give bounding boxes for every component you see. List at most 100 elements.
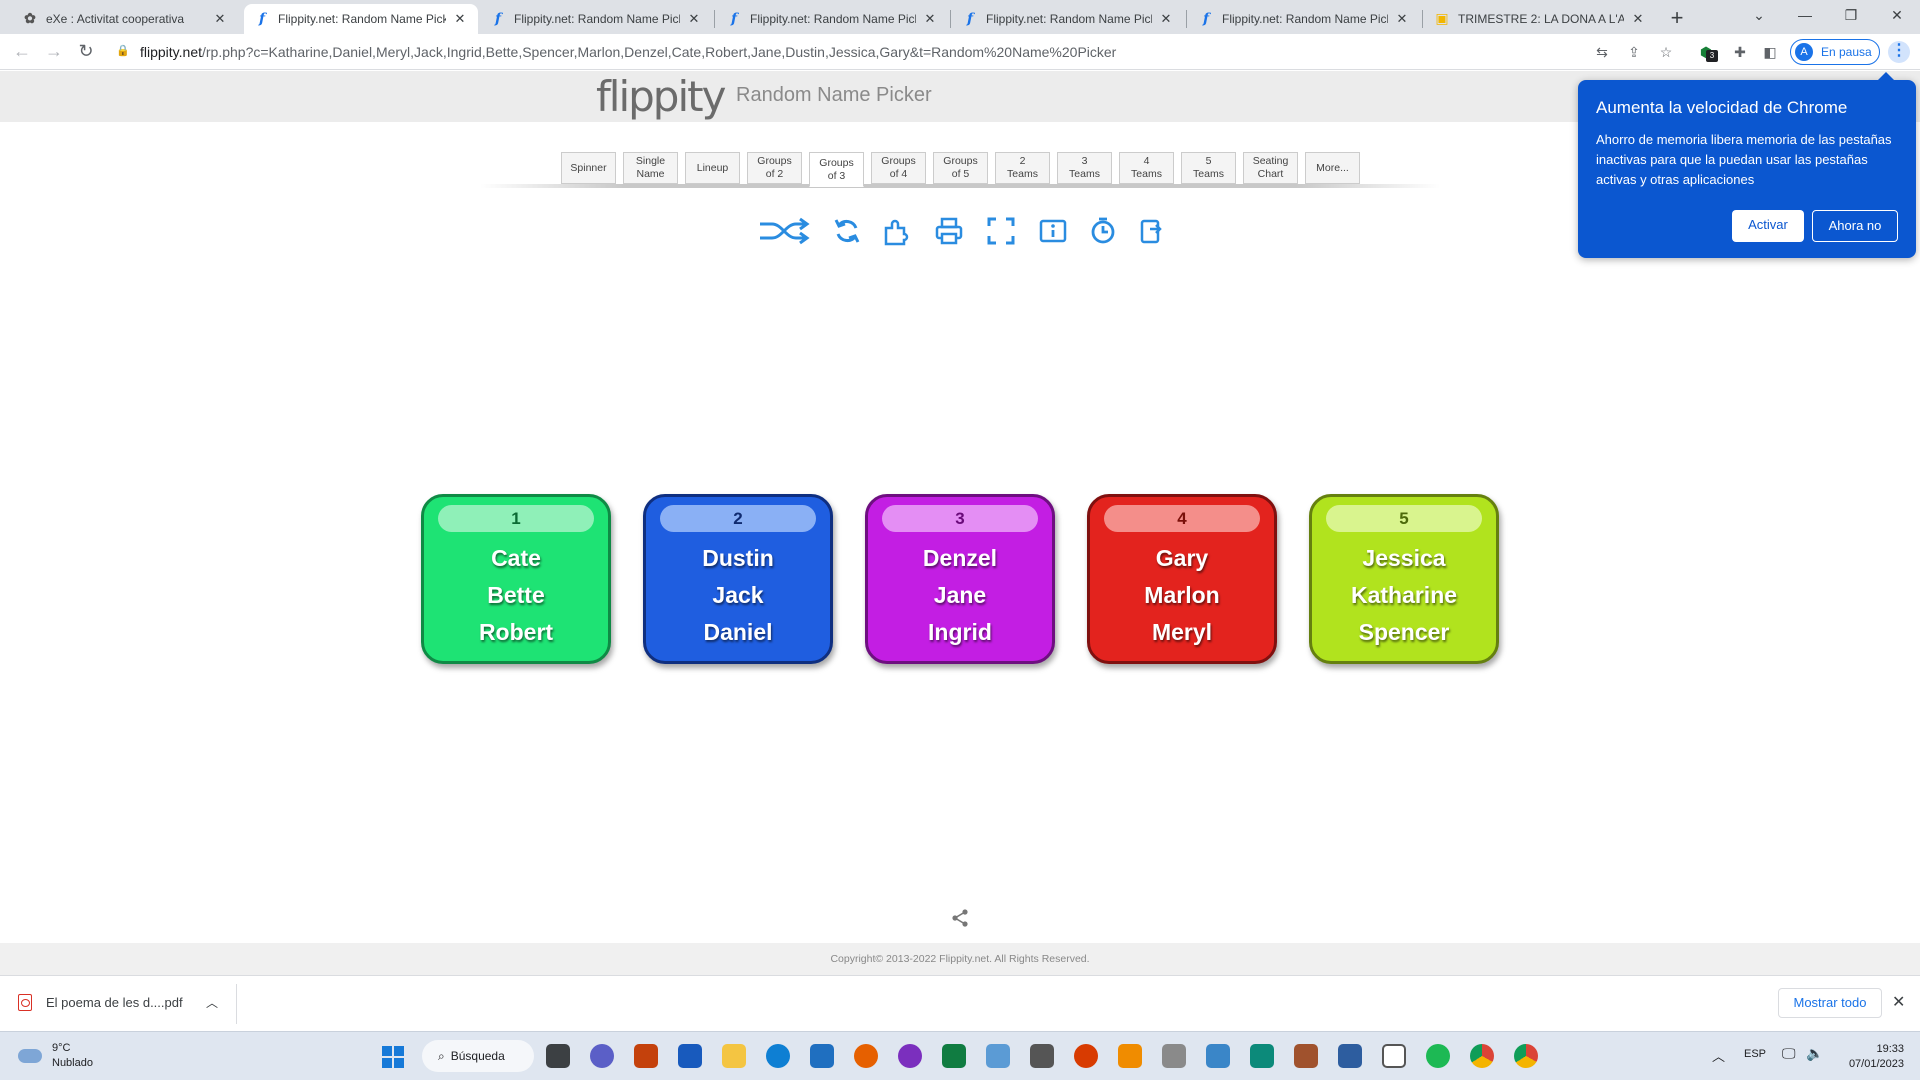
tab-groups-of-5[interactable]: Groups of 5	[933, 152, 988, 184]
spotify-icon[interactable]	[1426, 1044, 1450, 1068]
language-indicator[interactable]: ESP	[1744, 1048, 1766, 1060]
app-icon-horse[interactable]	[1294, 1044, 1318, 1068]
side-panel-icon[interactable]: ◧	[1760, 42, 1780, 62]
tab-2-teams[interactable]: 2 Teams	[995, 152, 1050, 184]
close-tab-icon[interactable]: ✕	[686, 11, 702, 27]
tab-4-teams[interactable]: 4 Teams	[1119, 152, 1174, 184]
back-button[interactable]: ←	[10, 40, 34, 64]
group-card-3[interactable]: 3 Denzel Jane Ingrid	[865, 494, 1055, 664]
tab-flippity-4[interactable]: f Flippity.net: Random Name Picker ✕	[952, 4, 1184, 34]
tab-single-name[interactable]: Single Name	[623, 152, 678, 184]
close-tab-icon[interactable]: ✕	[1630, 11, 1646, 27]
clipboard-icon[interactable]	[1136, 216, 1166, 246]
reload-button[interactable]: ↻	[74, 40, 98, 64]
tab-trimestre[interactable]: ▣ TRIMESTRE 2: LA DONA A L'ANTIGUITAT ✕	[1424, 4, 1656, 34]
tab-flippity-3[interactable]: f Flippity.net: Random Name Picker ✕	[716, 4, 948, 34]
download-item[interactable]: El poema de les d....pdf	[18, 994, 183, 1011]
forward-button[interactable]: →	[42, 40, 66, 64]
app-icon-screen[interactable]	[1206, 1044, 1230, 1068]
store-icon[interactable]	[810, 1044, 834, 1068]
close-tab-icon[interactable]: ✕	[452, 11, 468, 27]
restore-button[interactable]: ❐	[1828, 0, 1874, 34]
group-card-4[interactable]: 4 Gary Marlon Meryl	[1087, 494, 1277, 664]
not-now-button[interactable]: Ahora no	[1812, 210, 1898, 242]
tab-search-icon[interactable]: ⌄	[1736, 0, 1782, 34]
chrome-icon[interactable]	[1470, 1044, 1494, 1068]
tab-lineup[interactable]: Lineup	[685, 152, 740, 184]
tab-3-teams[interactable]: 3 Teams	[1057, 152, 1112, 184]
extensions-puzzle-icon[interactable]: ✚	[1730, 42, 1750, 62]
address-bar[interactable]: 🔒 flippity.net/rp.php?c=Katharine,Daniel…	[108, 38, 1808, 66]
profile-status: En pausa	[1821, 45, 1872, 59]
notepad-icon[interactable]	[1382, 1044, 1406, 1068]
tab-flippity-5[interactable]: f Flippity.net: Random Name Picker ✕	[1188, 4, 1420, 34]
group-card-1[interactable]: 1 Cate Bette Robert	[421, 494, 611, 664]
edge-icon[interactable]	[766, 1044, 790, 1068]
teams-chat-icon[interactable]	[590, 1044, 614, 1068]
tab-groups-of-3[interactable]: Groups of 3	[809, 152, 864, 187]
close-tab-icon[interactable]: ✕	[1394, 11, 1410, 27]
mp3-app-icon[interactable]	[1338, 1044, 1362, 1068]
app-icon-red[interactable]	[1074, 1044, 1098, 1068]
profile-button[interactable]: A En pausa	[1790, 39, 1880, 65]
puzzle-icon[interactable]	[882, 216, 912, 246]
tab-exe[interactable]: ✿ eXe : Activitat cooperativa ✕	[12, 4, 238, 34]
volume-icon[interactable]: 🔈	[1806, 1045, 1823, 1062]
chrome-menu-icon[interactable]: ⋮	[1888, 41, 1910, 63]
group-card-2[interactable]: 2 Dustin Jack Daniel	[643, 494, 833, 664]
timer-icon[interactable]	[1088, 216, 1118, 246]
tab-more[interactable]: More...	[1305, 152, 1360, 184]
close-download-bar-icon[interactable]: ✕	[1892, 992, 1905, 1012]
minimize-button[interactable]: —	[1782, 0, 1828, 34]
new-tab-button[interactable]: +	[1664, 6, 1690, 32]
shuffle-icon[interactable]	[758, 216, 810, 246]
app-icon[interactable]	[634, 1044, 658, 1068]
tab-seating-chart[interactable]: Seating Chart	[1243, 152, 1298, 184]
share-icon[interactable]	[950, 908, 970, 928]
tab-groups-of-2[interactable]: Groups of 2	[747, 152, 802, 184]
firefox-icon[interactable]	[854, 1044, 878, 1068]
network-icon[interactable]: 🖵	[1782, 1045, 1796, 1062]
windows-start-icon[interactable]	[382, 1046, 404, 1068]
show-all-button[interactable]: Mostrar todo	[1778, 988, 1882, 1018]
tab-groups-of-4[interactable]: Groups of 4	[871, 152, 926, 184]
file-explorer-icon[interactable]	[722, 1044, 746, 1068]
tab-flippity-active[interactable]: f Flippity.net: Random Name Picker ✕	[244, 4, 478, 34]
vlc-icon[interactable]	[1118, 1044, 1142, 1068]
taskbar-clock[interactable]: 19:33 07/01/2023	[1838, 1042, 1904, 1072]
tab-5-teams[interactable]: 5 Teams	[1181, 152, 1236, 184]
tab-spinner[interactable]: Spinner	[561, 152, 616, 184]
weather-widget[interactable]: 9°C Nublado	[18, 1041, 93, 1071]
chevron-up-icon[interactable]: ︿	[1712, 1046, 1725, 1065]
tab-flippity-2[interactable]: f Flippity.net: Random Name Picker ✕	[480, 4, 712, 34]
app-icon-paint[interactable]	[986, 1044, 1010, 1068]
close-tab-icon[interactable]: ✕	[922, 11, 938, 27]
weather-desc: Nublado	[52, 1057, 93, 1069]
info-icon[interactable]	[1038, 216, 1068, 246]
mode-tab-label: Groups of 4	[881, 155, 915, 181]
excel-icon[interactable]	[942, 1044, 966, 1068]
taskbar-search[interactable]: ⌕ Búsqueda	[422, 1040, 534, 1072]
chrome-profile-icon[interactable]	[1514, 1044, 1538, 1068]
print-icon[interactable]	[934, 216, 964, 246]
app-icon-shield[interactable]	[1250, 1044, 1274, 1068]
bookmark-star-icon[interactable]: ☆	[1656, 42, 1676, 62]
close-tab-icon[interactable]: ✕	[1158, 11, 1174, 27]
close-window-button[interactable]: ✕	[1874, 0, 1920, 34]
flippity-favicon-icon: f	[730, 11, 738, 27]
exe-learning-icon[interactable]	[1030, 1044, 1054, 1068]
group-member-list: Gary Marlon Meryl	[1090, 540, 1274, 651]
word-icon[interactable]	[678, 1044, 702, 1068]
task-view-icon[interactable]	[546, 1044, 570, 1068]
group-card-5[interactable]: 5 Jessica Katharine Spencer	[1309, 494, 1499, 664]
translate-icon[interactable]: ⇆	[1592, 42, 1612, 62]
close-tab-icon[interactable]: ✕	[212, 11, 228, 27]
flippity-logo[interactable]: flippity	[596, 72, 726, 121]
activate-button[interactable]: Activar	[1732, 210, 1804, 242]
fullscreen-icon[interactable]	[986, 216, 1016, 246]
refresh-icon[interactable]	[832, 216, 862, 246]
share-page-icon[interactable]: ⇪	[1624, 42, 1644, 62]
chevron-up-icon[interactable]: ︿	[206, 994, 218, 1011]
app-icon-tool[interactable]	[1162, 1044, 1186, 1068]
app-icon-mask[interactable]	[898, 1044, 922, 1068]
